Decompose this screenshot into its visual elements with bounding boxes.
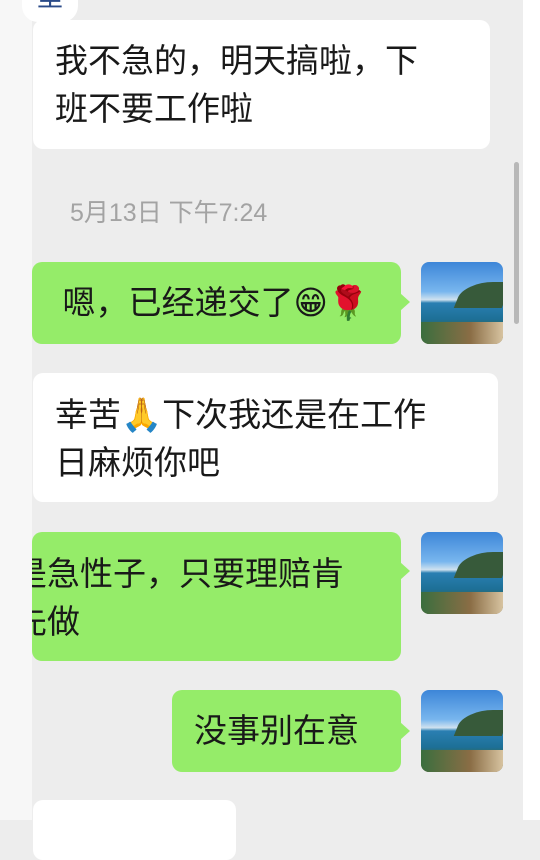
message-bubble-outgoing[interactable]: 是急性子，只要理赔肯 先做: [32, 532, 401, 661]
message-bubble-outgoing[interactable]: 嗯，已经递交了😁🌹: [32, 262, 401, 344]
user-avatar[interactable]: [421, 532, 503, 614]
message-line: 是急性子，只要理赔肯: [32, 554, 344, 593]
message-line: 日麻烦你吧: [55, 443, 220, 482]
message-bubble-outgoing[interactable]: 没事别在意: [172, 690, 401, 772]
message-line: 我不急的，明天搞啦，下: [55, 41, 418, 80]
right-edge-panel: [523, 0, 540, 820]
message-line: 班不要工作啦: [55, 89, 253, 128]
user-avatar[interactable]: [421, 262, 503, 344]
message-bubble-incoming[interactable]: [33, 800, 236, 860]
message-bubble-incoming[interactable]: 幸苦🙏下次我还是在工作 日麻烦你吧: [33, 373, 498, 502]
user-avatar[interactable]: [421, 690, 503, 772]
bubble-tail: [400, 562, 410, 580]
message-line: 没事别在意: [194, 711, 359, 750]
message-line: 幸苦🙏下次我还是在工作: [55, 395, 427, 434]
message-bubble-incoming[interactable]: 我不急的，明天搞啦，下 班不要工作啦: [33, 20, 490, 149]
bubble-tail: [400, 722, 410, 740]
chat-scrollbar[interactable]: [514, 162, 519, 324]
message-line: 先做: [32, 602, 80, 641]
chat-timestamp: 5月13日 下午7:24: [70, 199, 268, 227]
message-line: 嗯，已经递交了😁🌹: [62, 283, 370, 322]
bubble-tail: [400, 293, 410, 311]
previous-message-fragment: 里: [22, 0, 78, 22]
fragment-text: 里: [37, 0, 63, 13]
left-edge-strip: [0, 0, 32, 820]
